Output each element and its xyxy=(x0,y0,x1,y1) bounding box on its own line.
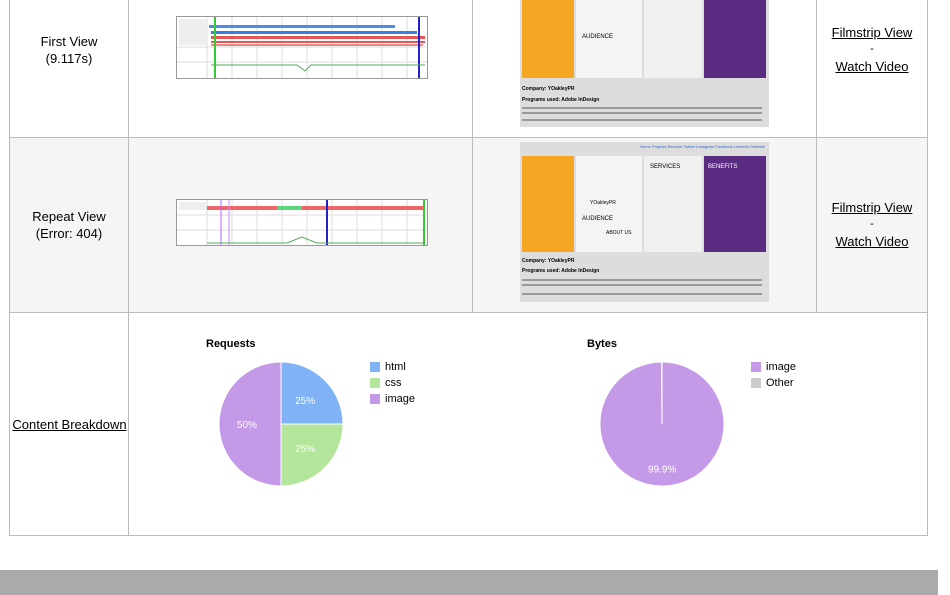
first-view-waterfall-thumbnail[interactable] xyxy=(176,16,428,79)
content-breakdown-link[interactable]: Content Breakdown xyxy=(12,417,126,432)
bytes-label-image: 99.9% xyxy=(648,465,676,476)
repeat-view-row: Repeat View (Error: 404) Home Projects R… xyxy=(10,138,927,313)
requests-legend-image-label: image xyxy=(385,393,415,405)
repeat-view-waterfall-cell xyxy=(129,138,473,312)
bytes-chart-title: Bytes xyxy=(587,338,617,350)
first-view-panel-audience: AUDIENCE xyxy=(582,34,614,40)
first-view-time: (9.117s) xyxy=(45,51,93,66)
bytes-legend-other-swatch xyxy=(751,378,761,388)
bytes-legend-other-label: Other xyxy=(766,377,794,389)
requests-pie-chart: 25% 25% 50% xyxy=(218,361,344,487)
repeat-view-links-cell: Filmstrip View - Watch Video xyxy=(817,138,927,312)
repeat-view-screenshot-cell: Home Projects Resume Twitter Instagram F… xyxy=(473,138,817,312)
bytes-legend-other: Other xyxy=(751,377,794,389)
first-view-watch-video-link[interactable]: Watch Video xyxy=(817,58,927,75)
first-view-row: First View (9.117s) AUDIENCE Company: YO… xyxy=(10,0,927,138)
footer-bar xyxy=(0,570,938,595)
requests-legend-css-swatch xyxy=(370,378,380,388)
repeat-view-waterfall-thumbnail[interactable] xyxy=(176,199,428,246)
first-view-link-separator: - xyxy=(870,43,874,55)
repeat-view-panel-benefits: BENEFITS xyxy=(708,164,738,170)
first-view-screenshot[interactable]: AUDIENCE Company: YOakleyPR Programs use… xyxy=(520,0,769,127)
repeat-view-panel-services: SERVICES xyxy=(650,164,681,170)
content-breakdown-charts-cell: Requests 25% 25% 50% html css image Bytes … xyxy=(129,313,927,535)
repeat-view-panel-brand: YOakleyPR xyxy=(590,200,616,206)
repeat-view-link-separator: - xyxy=(870,218,874,230)
bytes-legend-image-swatch xyxy=(751,362,761,372)
requests-legend-css: css xyxy=(370,377,402,389)
repeat-view-watch-video-link[interactable]: Watch Video xyxy=(817,233,927,250)
first-view-waterfall-cell xyxy=(129,0,473,137)
first-view-links-cell: Filmstrip View - Watch Video xyxy=(817,0,927,137)
requests-label-image: 50% xyxy=(237,420,257,431)
requests-chart-title: Requests xyxy=(206,338,256,350)
repeat-view-panel-about: ABOUT US xyxy=(606,230,632,236)
content-breakdown-label-cell: Content Breakdown xyxy=(10,313,129,535)
content-breakdown-row: Content Breakdown Requests 25% 25% 50% htm… xyxy=(10,313,927,535)
first-view-programs: Programs used: Adobe InDesign xyxy=(522,97,600,103)
first-view-screenshot-cell: AUDIENCE Company: YOakleyPR Programs use… xyxy=(473,0,817,137)
requests-legend-image-swatch xyxy=(370,394,380,404)
requests-legend-css-label: css xyxy=(385,377,402,389)
repeat-view-label-cell: Repeat View (Error: 404) xyxy=(10,138,129,312)
requests-label-css: 25% xyxy=(295,444,315,455)
bytes-legend-image-label: image xyxy=(766,361,796,373)
repeat-view-screenshot[interactable]: Home Projects Resume Twitter Instagram F… xyxy=(520,142,769,302)
repeat-view-filmstrip-link[interactable]: Filmstrip View xyxy=(817,199,927,216)
first-view-label-cell: First View (9.117s) xyxy=(10,0,129,137)
repeat-view-top-nav: Home Projects Resume Twitter Instagram F… xyxy=(640,144,765,149)
first-view-company: Company: YOakleyPR xyxy=(522,86,575,92)
requests-legend-image: image xyxy=(370,393,415,405)
repeat-view-panel-audience: AUDIENCE xyxy=(582,216,614,222)
results-table: First View (9.117s) AUDIENCE Company: YO… xyxy=(9,0,928,536)
requests-slice-html xyxy=(280,361,344,425)
repeat-view-error: (Error: 404) xyxy=(35,226,103,241)
repeat-view-company: Company: YOakleyPR xyxy=(522,258,575,264)
requests-legend-html-swatch xyxy=(370,362,380,372)
first-view-filmstrip-link[interactable]: Filmstrip View xyxy=(817,24,927,41)
repeat-view-name: Repeat View xyxy=(32,209,106,224)
requests-legend-html: html xyxy=(370,361,406,373)
requests-legend-html-label: html xyxy=(385,361,406,373)
bytes-legend-image: image xyxy=(751,361,796,373)
repeat-view-programs: Programs used: Adobe InDesign xyxy=(522,268,600,274)
requests-label-html: 25% xyxy=(295,396,315,407)
first-view-name: First View xyxy=(40,34,98,49)
bytes-pie-chart: 99.9% xyxy=(599,361,725,487)
